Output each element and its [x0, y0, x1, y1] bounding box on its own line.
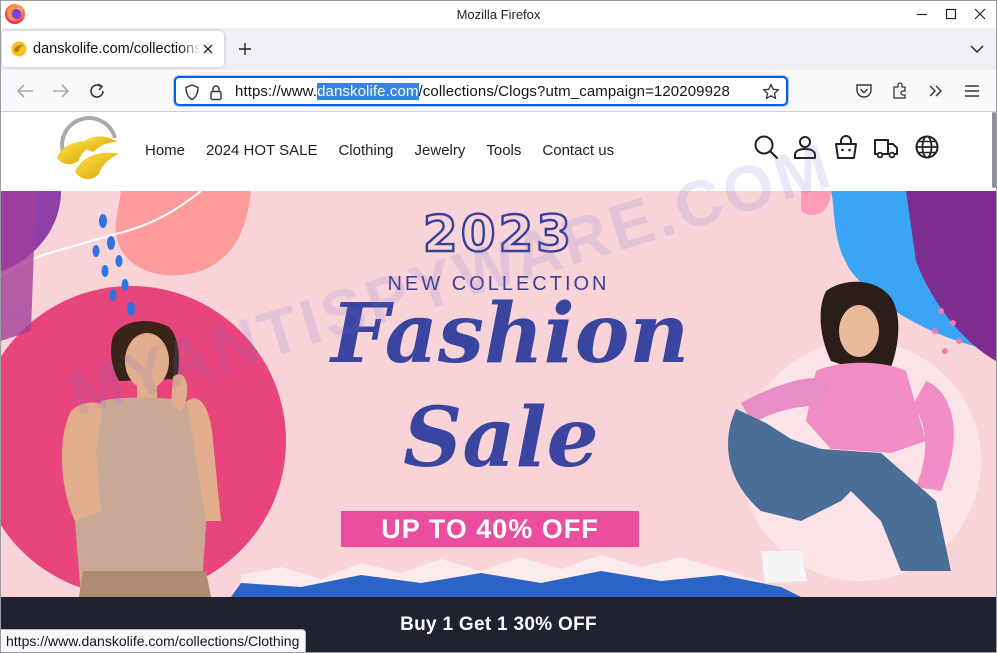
new-tab-button[interactable]	[233, 37, 257, 61]
hero-headline-line1: Fashion	[331, 286, 690, 382]
more-tools-button[interactable]	[926, 81, 946, 101]
puzzle-icon	[893, 82, 906, 99]
shopping-bag-icon[interactable]	[833, 134, 859, 160]
site-info-button[interactable]	[207, 83, 225, 101]
plus-icon	[239, 43, 251, 55]
hero-banner[interactable]: 2023 NEW COLLECTION Fashion Sale UP TO 4…	[1, 191, 996, 597]
minimize-button[interactable]	[906, 0, 938, 28]
url-bar[interactable]: https://www.danskolife.com/collections/C…	[174, 76, 788, 106]
tab-strip: danskolife.com/collections/Clogs	[0, 28, 997, 70]
nav-contact-us[interactable]: Contact us	[542, 142, 614, 159]
chevron-double-right-icon	[929, 85, 942, 97]
close-icon	[974, 8, 986, 20]
site-logo-icon[interactable]	[53, 116, 125, 188]
url-domain-selected: danskolife.com	[317, 83, 419, 100]
app-menu-button[interactable]	[962, 81, 982, 101]
reload-icon	[90, 83, 104, 98]
pocket-icon	[856, 84, 872, 98]
maximize-button[interactable]	[935, 0, 967, 28]
nav-jewelry[interactable]: Jewelry	[415, 142, 466, 159]
shield-icon	[185, 83, 199, 100]
arrow-left-icon	[16, 84, 33, 98]
hamburger-menu-icon	[965, 85, 979, 97]
site-favicon-icon	[11, 41, 27, 57]
globe-icon[interactable]	[914, 134, 940, 160]
navigation-toolbar: https://www.danskolife.com/collections/C…	[0, 70, 997, 112]
reload-button[interactable]	[85, 79, 109, 103]
maximize-icon	[945, 8, 957, 20]
hero-headline-line2: Sale	[403, 390, 599, 486]
back-button[interactable]	[13, 79, 37, 103]
hero-discount-banner: UP TO 40% OFF	[341, 511, 639, 547]
status-link-tooltip: https://www.danskolife.com/collections/C…	[0, 629, 307, 653]
tracking-protection-button[interactable]	[183, 83, 201, 101]
pocket-button[interactable]	[854, 81, 874, 101]
forward-button[interactable]	[49, 79, 73, 103]
site-nav: Home 2024 HOT SALE Clothing Jewelry Tool…	[145, 142, 614, 159]
bookmark-star-icon[interactable]	[762, 83, 780, 101]
arrow-right-icon	[53, 84, 70, 98]
site-header: Home 2024 HOT SALE Clothing Jewelry Tool…	[1, 112, 996, 191]
nav-2024-hot-sale[interactable]: 2024 HOT SALE	[206, 142, 317, 159]
search-icon[interactable]	[753, 134, 779, 160]
title-bar: Mozilla Firefox	[0, 0, 997, 28]
close-window-button[interactable]	[964, 0, 996, 28]
lock-icon	[210, 84, 222, 100]
nav-clothing[interactable]: Clothing	[338, 142, 393, 159]
page-scrollbar[interactable]	[992, 112, 996, 188]
minimize-icon	[917, 13, 927, 16]
chevron-down-icon	[970, 45, 984, 53]
url-path: /collections/Clogs?utm_campaign=12020992…	[418, 83, 730, 100]
order-tracking-icon[interactable]	[873, 134, 899, 160]
hero-year: 2023	[422, 204, 575, 264]
url-prefix: https://www.	[235, 83, 318, 100]
extensions-button[interactable]	[890, 81, 910, 101]
nav-tools[interactable]: Tools	[486, 142, 521, 159]
url-text[interactable]: https://www.danskolife.com/collections/C…	[235, 83, 758, 102]
account-icon[interactable]	[792, 134, 818, 160]
promo-text: Buy 1 Get 1 30% OFF	[400, 614, 597, 635]
nav-home[interactable]: Home	[145, 142, 185, 159]
web-page: Home 2024 HOT SALE Clothing Jewelry Tool…	[1, 112, 996, 653]
close-icon	[203, 44, 213, 54]
tab-close-button[interactable]	[200, 41, 216, 57]
tab-active[interactable]: danskolife.com/collections/Clogs	[2, 31, 224, 67]
window-title: Mozilla Firefox	[456, 7, 541, 22]
list-all-tabs-button[interactable]	[967, 39, 987, 59]
tab-title: danskolife.com/collections/Clogs	[33, 41, 201, 57]
